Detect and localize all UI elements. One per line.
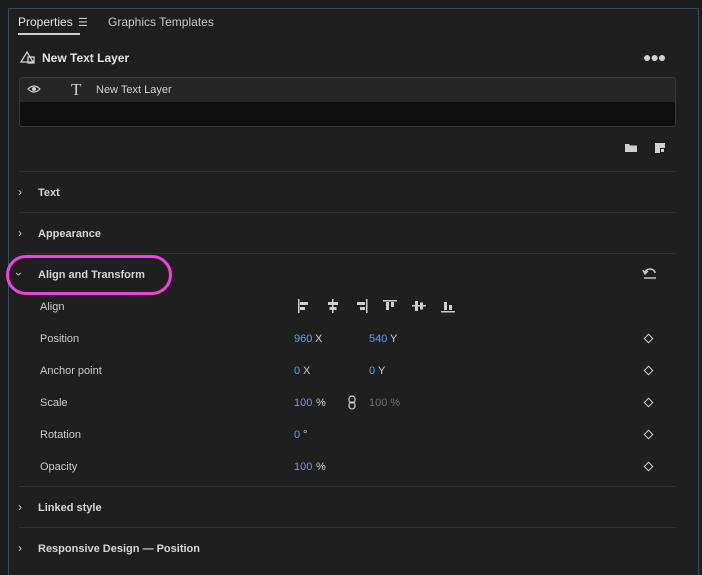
section-responsive-design[interactable]: Responsive Design — Position (38, 543, 200, 555)
active-tab-indicator (18, 33, 80, 35)
layer-list: T New Text Layer (19, 77, 676, 127)
align-center-vertical-icon[interactable] (412, 301, 426, 311)
chevron-right-icon[interactable]: › (18, 541, 22, 555)
keyframe-toggle-icon[interactable] (643, 429, 654, 440)
scale-linked-value: 100 % (369, 397, 401, 409)
divider (19, 486, 676, 487)
anchor-y-unit: Y (378, 365, 386, 377)
link-icon[interactable] (348, 395, 356, 410)
align-top-icon[interactable] (383, 300, 397, 310)
panel-tabs: Properties ☰ Graphics Templates (9, 9, 698, 35)
align-label: Align (40, 301, 65, 313)
keyframe-toggle-icon[interactable] (643, 461, 654, 472)
graphics-layer-icon (19, 50, 35, 64)
chevron-right-icon[interactable]: › (18, 185, 22, 199)
align-bottom-icon[interactable] (441, 302, 455, 313)
scale-unit: % (316, 397, 326, 409)
layer-list-item[interactable]: T New Text Layer (20, 78, 675, 102)
layer-title: New Text Layer (42, 51, 130, 65)
more-options-icon[interactable]: ●●● (643, 49, 666, 65)
chevron-right-icon[interactable]: › (18, 226, 22, 240)
anchor-x-unit: X (303, 365, 311, 377)
position-x-unit: X (315, 333, 323, 345)
tab-graphics-templates[interactable]: Graphics Templates (108, 15, 214, 29)
divider (19, 253, 676, 254)
section-linked-style[interactable]: Linked style (38, 502, 102, 514)
anchor-y-value[interactable]: 0 (369, 365, 375, 377)
new-layer-icon[interactable] (654, 142, 666, 154)
properties-panel: Properties ☰ Graphics Templates New Text… (6, 8, 699, 575)
position-x-value[interactable]: 960 (294, 333, 312, 345)
section-appearance[interactable]: Appearance (38, 228, 101, 240)
divider (19, 212, 676, 213)
reset-icon[interactable] (642, 267, 658, 281)
rotation-value[interactable]: 0 (294, 429, 300, 441)
align-right-icon[interactable] (357, 299, 368, 313)
folder-icon[interactable] (624, 142, 638, 153)
keyframe-toggle-icon[interactable] (643, 333, 654, 344)
rotation-unit: ° (303, 429, 308, 441)
align-left-icon[interactable] (298, 299, 308, 313)
opacity-value[interactable]: 100 (294, 461, 312, 473)
eye-icon[interactable] (27, 84, 41, 94)
hamburger-menu-icon[interactable]: ☰ (78, 16, 88, 29)
divider (19, 171, 676, 172)
rotation-label: Rotation (40, 429, 81, 441)
opacity-unit: % (316, 461, 326, 473)
position-y-value[interactable]: 540 (369, 333, 387, 345)
text-layer-type-icon: T (71, 80, 82, 99)
layer-name: New Text Layer (96, 84, 172, 96)
align-center-horizontal-icon[interactable] (328, 299, 338, 313)
opacity-label: Opacity (40, 461, 78, 473)
keyframe-toggle-icon[interactable] (643, 397, 654, 408)
scale-value[interactable]: 100 (294, 397, 312, 409)
annotation-highlight (6, 255, 172, 295)
anchor-point-label: Anchor point (40, 365, 102, 377)
position-label: Position (40, 333, 80, 345)
keyframe-toggle-icon[interactable] (643, 365, 654, 376)
scale-label: Scale (40, 397, 68, 409)
tab-properties[interactable]: Properties (18, 15, 73, 29)
chevron-right-icon[interactable]: › (18, 500, 22, 514)
section-text[interactable]: Text (38, 187, 60, 199)
position-y-unit: Y (390, 333, 398, 345)
divider (19, 527, 676, 528)
align-buttons (298, 299, 455, 313)
anchor-x-value[interactable]: 0 (294, 365, 300, 377)
